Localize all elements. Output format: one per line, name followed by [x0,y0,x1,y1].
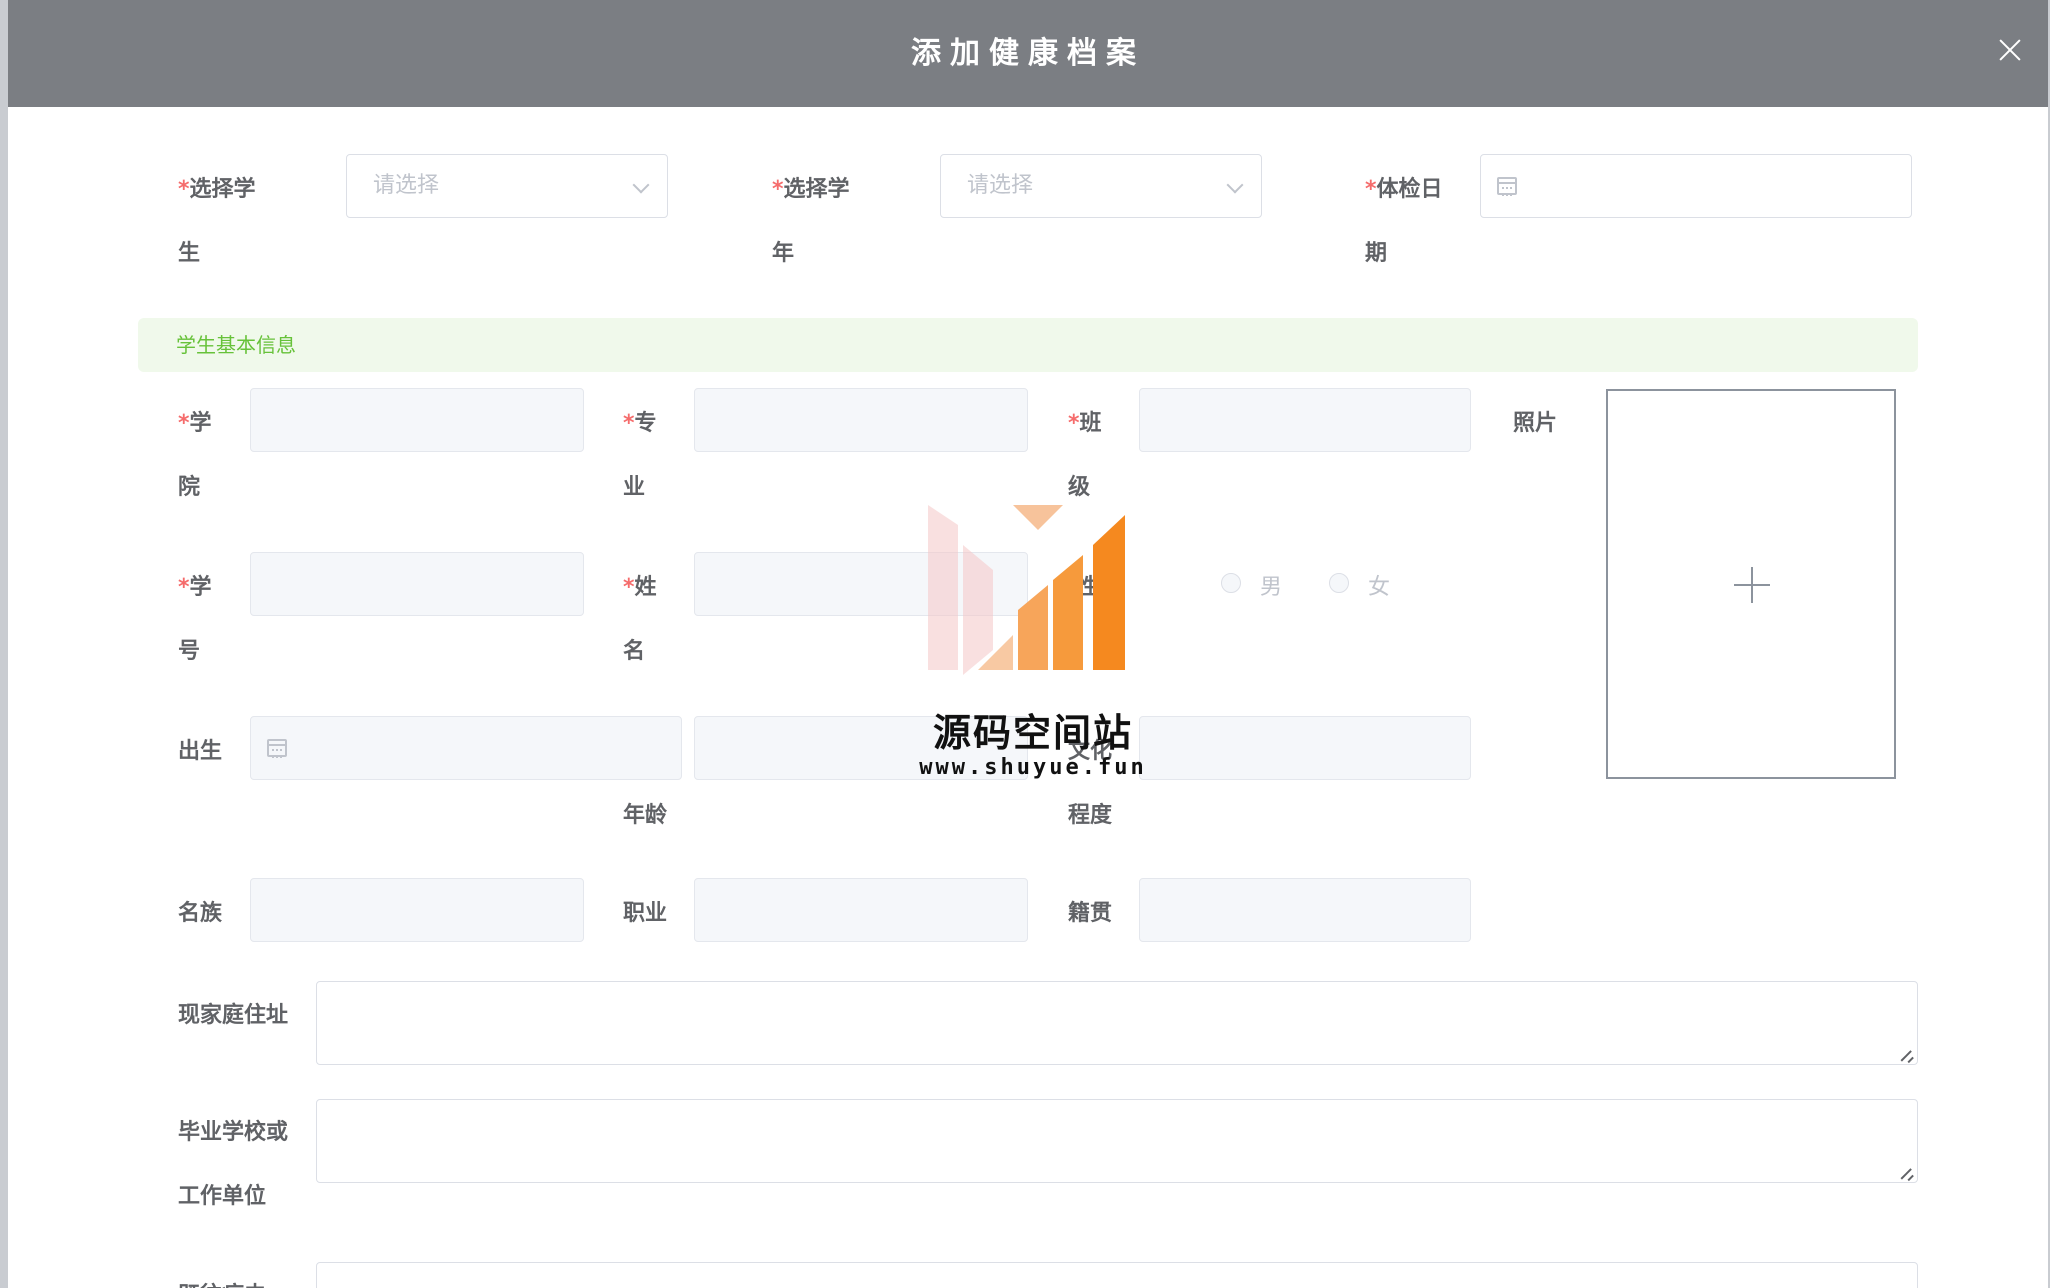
chevron-down-icon [632,176,650,194]
student-no-label-text: 学 [189,575,212,600]
major-label-line2: 业 [623,475,646,500]
education-label-line2: 程度 [1068,803,1113,828]
student-no-label: *学 [178,569,212,601]
chevron-down-icon [1226,176,1244,194]
watermark-text: 源码空间站 [932,711,1133,755]
select-student-dropdown[interactable]: 请选择 [346,154,668,218]
calendar-icon [1497,177,1517,196]
required-mark: * [178,575,190,600]
college-label-text: 学 [189,411,212,436]
section-header-student-info: 学生基本信息 [138,318,1918,372]
add-health-record-dialog: 添加健康档案 *选择学 生 请选择 *选择学 年 请选择 *体检日 期 学生基本… [8,0,2048,1288]
required-mark: * [1365,177,1377,202]
required-mark: * [178,177,190,202]
close-icon[interactable] [1996,36,2024,64]
college-label-line2: 院 [178,475,201,500]
required-mark: * [623,575,635,600]
watermark-url: www.shuyue.fun [919,755,1147,780]
major-label: *专 [623,405,657,437]
college-label: *学 [178,405,212,437]
major-label-text: 专 [634,411,657,436]
native-place-label: 籍贯 [1068,901,1113,926]
address-textarea[interactable] [316,981,1918,1065]
select-student-label-line2: 生 [178,241,201,266]
plus-icon [1734,567,1770,603]
student-no-input[interactable] [250,552,584,616]
name-label-line2: 名 [623,639,646,664]
watermark-logo-icon [928,505,1125,675]
watermark-logo: 源码空间站 www.shuyue.fun [918,500,1148,790]
history-label: 既往病史 [178,1277,266,1288]
class-input[interactable] [1139,388,1471,452]
name-label: *姓 [623,569,657,601]
required-mark: * [623,411,635,436]
exam-date-label-line2: 期 [1365,241,1388,266]
education-input[interactable] [1139,716,1471,780]
gender-male-radio[interactable] [1221,573,1241,593]
select-student-label-text: 选择学 [189,177,256,202]
required-mark: * [772,177,784,202]
school-work-textarea[interactable] [316,1099,1918,1183]
exam-date-label-text: 体检日 [1376,177,1443,202]
exam-date-label: *体检日 [1365,171,1443,203]
occupation-input[interactable] [694,878,1028,942]
gender-female-label[interactable]: 女 [1368,569,1390,601]
native-place-input[interactable] [1139,878,1471,942]
school-work-label-line2: 工作单位 [178,1184,267,1209]
school-work-label: 毕业学校或 [178,1120,289,1145]
select-student-label: *选择学 [178,171,256,203]
photo-label: 照片 [1513,411,1558,436]
dialog-header: 添加健康档案 [8,0,2048,107]
page-backdrop-left [0,0,8,1288]
address-label: 现家庭住址 [178,1003,289,1028]
resize-handle-icon[interactable] [1900,1047,1914,1061]
dialog-title: 添加健康档案 [911,36,1145,71]
ethnicity-input[interactable] [250,878,584,942]
photo-upload-box[interactable] [1606,389,1896,779]
required-mark: * [178,411,190,436]
gender-male-label[interactable]: 男 [1260,569,1282,601]
select-school-year-label-text: 选择学 [783,177,850,202]
birth-date-picker[interactable] [250,716,682,780]
calendar-icon [267,739,287,758]
gender-female-radio[interactable] [1329,573,1349,593]
select-student-placeholder: 请选择 [373,173,440,198]
select-school-year-dropdown[interactable]: 请选择 [940,154,1262,218]
college-input[interactable] [250,388,584,452]
ethnicity-label: 名族 [178,901,223,926]
select-school-year-label: *选择学 [772,171,850,203]
history-textarea[interactable] [316,1262,1918,1288]
age-label: 年龄 [623,803,668,828]
birth-label: 出生 [178,739,223,764]
class-label-text: 班 [1079,411,1102,436]
section-title: 学生基本信息 [176,333,296,357]
resize-handle-icon[interactable] [1900,1165,1914,1179]
class-label-line2: 级 [1068,475,1091,500]
name-label-text: 姓 [634,575,657,600]
exam-date-picker[interactable] [1480,154,1912,218]
occupation-label: 职业 [623,901,668,926]
required-mark: * [1068,411,1080,436]
select-school-year-label-line2: 年 [772,241,795,266]
major-input[interactable] [694,388,1028,452]
class-label: *班 [1068,405,1102,437]
select-school-year-placeholder: 请选择 [967,173,1034,198]
student-no-label-line2: 号 [178,639,201,664]
